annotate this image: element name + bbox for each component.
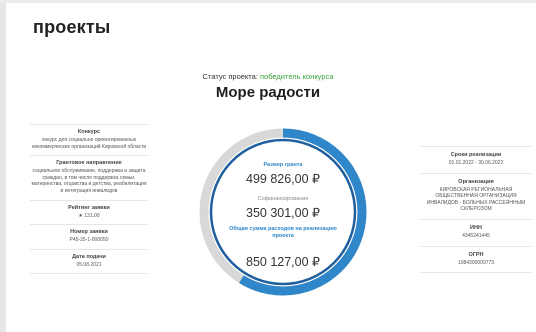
status-label: Статус проекта: (202, 72, 258, 81)
contest-label: Конкурс (77, 129, 101, 135)
organization-value: КИРОВСКАЯ РЕГИОНАЛЬНАЯ ОБЩЕСТВЕННАЯ ОРГА… (426, 186, 526, 213)
organization-label: Организация (458, 178, 494, 185)
implementation-period-value: 01.01.2022 - 30.06.2022 (448, 160, 504, 166)
total-expenses-label: Общая сумма расходов на реализацию проек… (229, 226, 337, 239)
rating-value: ★ 131,00 (78, 212, 100, 219)
project-name: Море радости (215, 84, 321, 101)
window-frame-left (0, 0, 6, 332)
grant-direction-value: социальное обслуживание, поддержка и защ… (31, 168, 147, 194)
implementation-period-label: Сроки реализации (450, 152, 502, 158)
implementation-period-info: Сроки реализации 01.01.2022 - 30.06.2022 (420, 146, 532, 174)
cofinance-label: Софинансирование (257, 196, 309, 202)
application-number-info: Номер заявки Р45-25-1-000050 (30, 225, 148, 250)
contest-value: онкурс для социально ориентированных нек… (31, 137, 147, 150)
organization-info: Организация КИРОВСКАЯ РЕГИОНАЛЬНАЯ ОБЩЕС… (420, 174, 532, 220)
application-number-label: Номер заявки (70, 229, 108, 236)
window-frame-top (0, 0, 536, 3)
grant-size-label: Размер гранта (263, 162, 303, 168)
application-number-value: Р45-25-1-000050 (69, 237, 109, 244)
contest-info: Конкурс онкурс для социально ориентирова… (30, 124, 148, 157)
submission-date-value: 05.08.2021 (76, 261, 102, 268)
submission-date-label: Дата подачи (72, 253, 106, 260)
ogrn-value: 1084300000773 (457, 259, 495, 266)
ogrn-info: ОГРН 1084300000773 (420, 247, 532, 274)
project-details-left: Конкурс онкурс для социально ориентирова… (30, 124, 148, 275)
ogrn-label: ОГРН (468, 251, 484, 258)
page-title: проекты (33, 17, 111, 37)
rating-label: Рейтинг заявки (68, 204, 110, 211)
status-value: победитель конкурса (259, 72, 334, 81)
inn-label: ИНН (470, 224, 482, 231)
rating-info: Рейтинг заявки ★ 131,00 (30, 201, 148, 226)
grant-size-amount: 499 826,00 ₽ (246, 172, 320, 186)
gauge-text: Размер гранта 499 826,00 ₽ Софинансирова… (199, 128, 367, 296)
total-expenses-amount: 850 127,00 ₽ (246, 255, 320, 269)
project-status: Статус проекта: победитель конкурса (0, 72, 536, 81)
cofinance-amount: 350 301,00 ₽ (246, 206, 320, 220)
project-details-right: Сроки реализации 01.01.2022 - 30.06.2022… (420, 146, 532, 274)
submission-date-info: Дата подачи 05.08.2021 (30, 250, 148, 275)
inn-info: ИНН 4345241445 (420, 220, 532, 247)
funding-gauge: Размер гранта 499 826,00 ₽ Софинансирова… (199, 128, 367, 296)
grant-direction-label: Грантовое направление (56, 160, 122, 167)
inn-value: 4345241445 (462, 232, 490, 239)
grant-direction-info: Грантовое направление социальное обслужи… (30, 156, 148, 201)
